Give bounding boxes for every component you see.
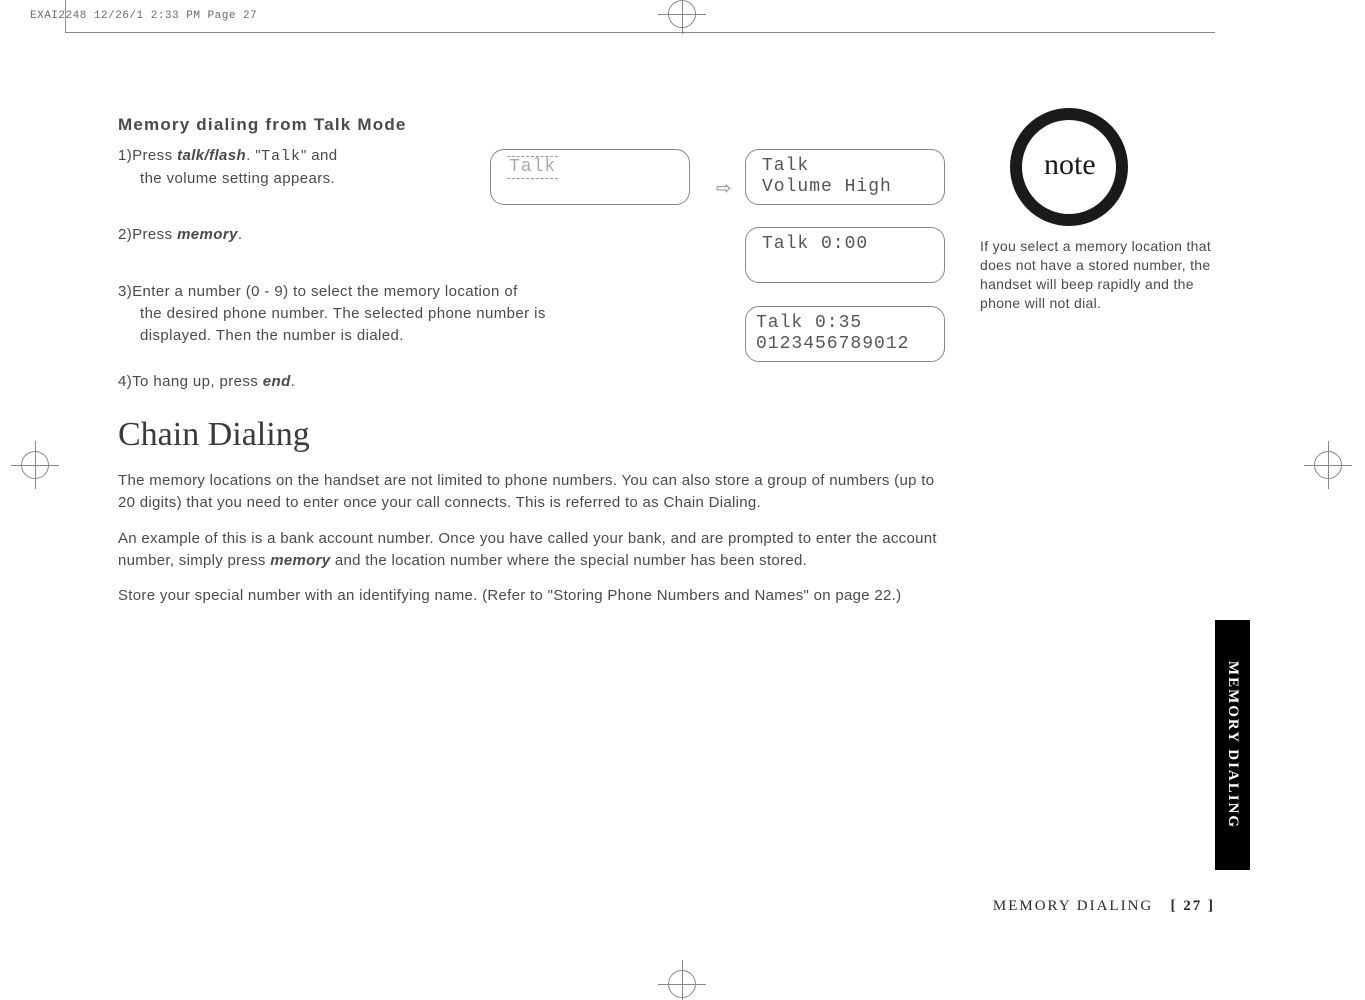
step-text: 4)To hang up, press (118, 373, 263, 390)
step-text: displayed. Then the number is dialed. (118, 325, 678, 347)
note-label: note (1044, 148, 1096, 182)
lcd-text: Talk 0:35 (756, 313, 932, 334)
key-memory: memory (177, 226, 238, 243)
note-text: If you select a memory location that doe… (980, 237, 1230, 313)
lcd-display-3: Talk 0:00 (745, 227, 945, 283)
step-1: 1)Press talk/flash. "Talk" and the volum… (118, 145, 478, 190)
section-title: Memory dialing from Talk Mode (118, 115, 938, 135)
step-text: the desired phone number. The selected p… (118, 303, 678, 325)
crop-mark (65, 0, 66, 32)
step-text: . (238, 226, 243, 243)
step-3: 3)Enter a number (0 - 9) to select the m… (118, 281, 678, 346)
lcd-text: Volume High (762, 177, 932, 198)
section-tab-label: MEMORY DIALING (1224, 661, 1241, 829)
registration-mark-icon (35, 441, 36, 489)
lcd-display-1: Talk (490, 149, 690, 205)
paragraph: An example of this is a bank account num… (118, 528, 938, 572)
arrow-right-icon: ⇨ (716, 178, 731, 199)
step-text: the volume setting appears. (118, 168, 478, 190)
step-text: . " (246, 147, 261, 164)
lcd-text: Talk 0:00 (762, 234, 932, 255)
key-end: end (263, 373, 291, 390)
page-footer: MEMORY DIALING [ 27 ] (993, 898, 1215, 915)
crop-mark (65, 32, 1215, 33)
step-text: . (291, 373, 296, 390)
registration-mark-icon (682, 960, 683, 1000)
lcd-text: Talk (507, 156, 558, 179)
paragraph: Store your special number with an identi… (118, 585, 938, 607)
paragraph: The memory locations on the handset are … (118, 470, 938, 514)
lcd-display-4: Talk 0:35 0123456789012 (745, 306, 945, 362)
section-tab: MEMORY DIALING (1215, 620, 1250, 870)
registration-mark-icon (682, 0, 683, 34)
page-title: Chain Dialing (118, 416, 938, 454)
step-text: 3)Enter a number (0 - 9) to select the m… (118, 283, 518, 300)
page-number: 27 (1183, 898, 1202, 914)
page-number-close: ] (1202, 898, 1215, 914)
step-text: 1)Press (118, 147, 177, 164)
footer-section: MEMORY DIALING (993, 898, 1153, 914)
registration-mark-icon (1328, 441, 1329, 489)
lcd-display-2: Talk Volume High (745, 149, 945, 205)
lcd-text: Talk (762, 156, 932, 177)
page-number-open: [ (1171, 898, 1184, 914)
lcd-text: 0123456789012 (756, 334, 932, 355)
step-text: " and (301, 147, 338, 164)
paragraph-text: and the location number where the specia… (330, 552, 807, 569)
key-memory: memory (270, 552, 330, 569)
key-talk-flash: talk/flash (177, 147, 246, 164)
step-text: 2)Press (118, 226, 177, 243)
mono-talk: Talk (261, 148, 301, 165)
step-4: 4)To hang up, press end. (118, 371, 938, 393)
